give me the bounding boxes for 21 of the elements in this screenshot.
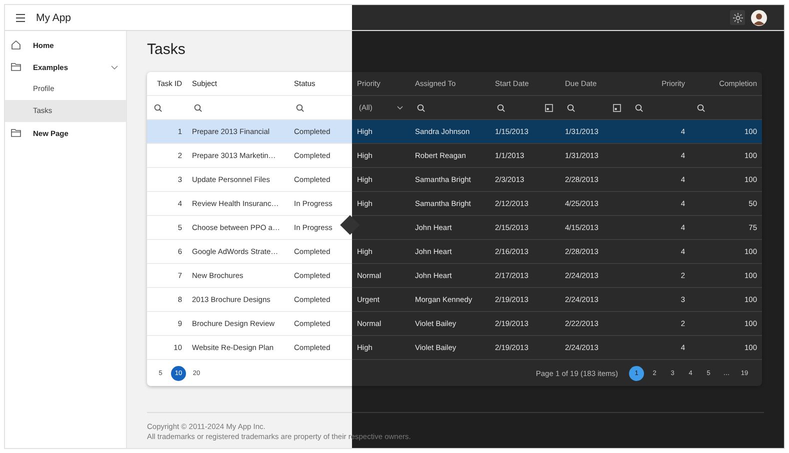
- folder-icon: [11, 128, 21, 138]
- search-icon: [154, 104, 162, 112]
- search-icon: [497, 104, 505, 112]
- calendar-icon: [545, 104, 553, 112]
- menu-icon: [16, 14, 24, 22]
- search-icon: [417, 104, 425, 112]
- app-title: My App: [36, 12, 72, 24]
- menu-button[interactable]: [14, 12, 26, 24]
- house-icon: [11, 40, 21, 50]
- search-icon: [296, 104, 304, 112]
- search-icon: [194, 104, 202, 112]
- search-icon: [697, 104, 705, 112]
- page-title: Tasks: [147, 41, 186, 60]
- search-icon: [567, 104, 575, 112]
- avatar-icon[interactable]: [751, 10, 767, 26]
- calendar-icon: [613, 104, 621, 112]
- theme-toggle-button[interactable]: [730, 10, 745, 25]
- folder-icon: [11, 62, 21, 72]
- sun-icon: [732, 12, 742, 22]
- caret-icon: [397, 106, 403, 110]
- search-icon: [635, 104, 643, 112]
